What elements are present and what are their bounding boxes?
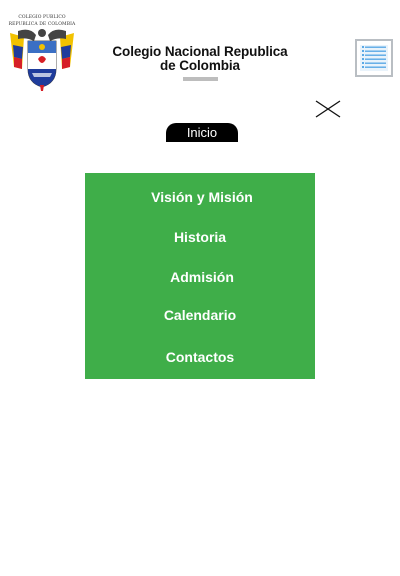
close-icon <box>315 100 341 118</box>
coat-of-arms-icon <box>10 29 74 91</box>
nav-item-historia[interactable]: Historia <box>85 229 315 245</box>
crest-top-text: COLEGIO PUBLICO <box>18 15 66 20</box>
title-line-2: de Colombia <box>160 58 240 73</box>
nav-item-calendario[interactable]: Calendario <box>85 307 315 323</box>
nav-menu-panel: Visión y Misión Historia Admisión Calend… <box>85 173 315 379</box>
title-underline <box>183 77 218 81</box>
nav-item-admision[interactable]: Admisión <box>87 269 317 285</box>
list-icon <box>360 45 388 71</box>
crest-logo: COLEGIO PUBLICO REPUBLICA DE COLOMBIA <box>4 15 80 91</box>
menu-button[interactable] <box>355 39 393 77</box>
close-button[interactable] <box>313 96 343 122</box>
title-line-1: Colegio Nacional Republica <box>112 44 288 59</box>
nav-item-vision-mision[interactable]: Visión y Misión <box>87 189 317 205</box>
page-title: Colegio Nacional Republica de Colombia <box>100 45 300 73</box>
inicio-tab[interactable]: Inicio <box>166 123 238 142</box>
nav-item-contactos[interactable]: Contactos <box>85 349 315 365</box>
